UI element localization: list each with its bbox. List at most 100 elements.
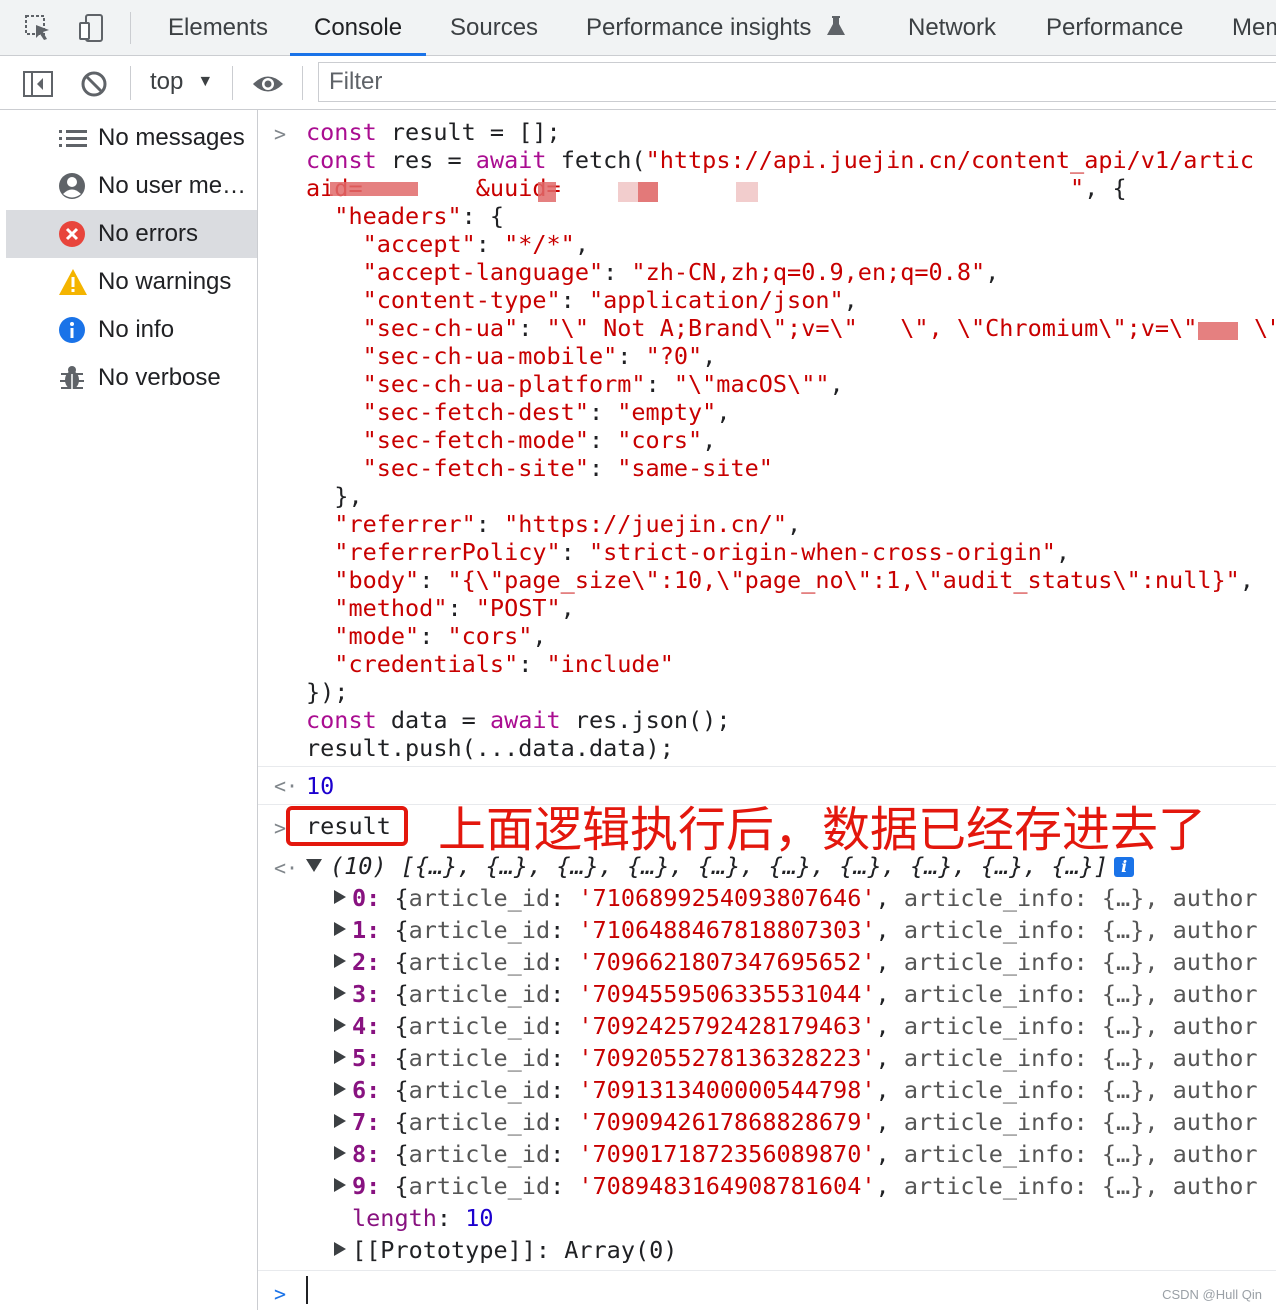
- output-arrow-icon: <·: [274, 774, 299, 798]
- divider: [302, 66, 303, 100]
- input-prompt-icon: >: [274, 816, 287, 840]
- redaction-mark: [736, 182, 758, 202]
- row-index: 4: [352, 1012, 367, 1040]
- sidebar-item-user-messages[interactable]: No user me…: [6, 162, 257, 210]
- sidebar-item-errors[interactable]: No errors: [6, 210, 257, 258]
- length-row: length: 10: [352, 1204, 494, 1232]
- tab-performance-insights[interactable]: Performance insights: [586, 0, 846, 56]
- info-badge-icon[interactable]: i: [1114, 857, 1135, 877]
- array-row[interactable]: 7: {article_id: '7090942617868828679', a…: [334, 1108, 1258, 1136]
- filter-input[interactable]: Filter: [318, 62, 1276, 102]
- expand-triangle-icon[interactable]: [306, 859, 322, 872]
- code-line: "credentials": "include": [334, 650, 674, 678]
- array-summary[interactable]: (10) [{…}, {…}, {…}, {…}, {…}, {…}, {…},…: [306, 852, 1135, 880]
- expand-arrow-icon[interactable]: [334, 890, 346, 904]
- array-row[interactable]: 2: {article_id: '7096621807347695652', a…: [334, 948, 1258, 976]
- user-icon: [58, 172, 98, 200]
- annotation-text: 上面逻辑执行后，数据已经存进去了: [438, 802, 1207, 858]
- row-index: 5: [352, 1044, 367, 1072]
- code-line: "sec-fetch-site": "same-site": [362, 454, 773, 482]
- code-line: "sec-fetch-dest": "empty",: [362, 398, 731, 426]
- tab-sources[interactable]: Sources: [450, 0, 538, 56]
- sidebar-item-info[interactable]: No info: [6, 306, 257, 354]
- sidebar-item-label: No user me…: [98, 172, 247, 199]
- text-cursor[interactable]: [306, 1276, 308, 1304]
- row-index: 1: [352, 916, 367, 944]
- redaction-mark: [330, 182, 418, 196]
- tab-performance[interactable]: Performance: [1046, 0, 1183, 56]
- row-tail: article_info: {…}, author: [903, 1044, 1258, 1072]
- code-line: });: [306, 678, 349, 706]
- expand-arrow-icon[interactable]: [334, 1178, 346, 1192]
- device-toolbar-icon[interactable]: [74, 10, 110, 46]
- array-row[interactable]: 4: {article_id: '7092425792428179463', a…: [334, 1012, 1258, 1040]
- console-output[interactable]: > const result = []; const res = await f…: [258, 110, 1276, 1310]
- divider: [258, 766, 1276, 767]
- row-index: 0: [352, 884, 367, 912]
- caret-down-icon: ▼: [197, 73, 214, 90]
- length-value: 10: [465, 1204, 494, 1232]
- expand-arrow-icon[interactable]: [334, 1082, 346, 1096]
- code-line: "sec-ch-ua": "\" Not A;Brand\";v=\" \", …: [362, 314, 1276, 342]
- expand-arrow-icon[interactable]: [334, 922, 346, 936]
- expand-arrow-icon[interactable]: [334, 1050, 346, 1064]
- article-id: '7091313400000544798': [578, 1076, 876, 1104]
- divider: [232, 66, 233, 100]
- tab-memory[interactable]: Mem: [1232, 0, 1276, 56]
- sidebar-toggle-icon[interactable]: [20, 66, 56, 102]
- article-id: '7092425792428179463': [578, 1012, 876, 1040]
- array-row[interactable]: 9: {article_id: '7089483164908781604', a…: [334, 1172, 1258, 1200]
- array-row[interactable]: 3: {article_id: '7094559506335531044', a…: [334, 980, 1258, 1008]
- devtools-tab-bar: Elements Console Sources Performance ins…: [0, 0, 1276, 56]
- sidebar-item-label: No warnings: [98, 268, 232, 295]
- expand-arrow-icon[interactable]: [334, 1114, 346, 1128]
- redaction-mark: [638, 182, 658, 202]
- expand-arrow-icon[interactable]: [334, 1018, 346, 1032]
- article-id: '7089483164908781604': [578, 1172, 876, 1200]
- sidebar-item-verbose[interactable]: No verbose: [6, 354, 257, 402]
- code-line: const res = await fetch("https://api.jue…: [306, 146, 1254, 174]
- tab-network[interactable]: Network: [908, 0, 996, 56]
- expand-arrow-icon[interactable]: [334, 986, 346, 1000]
- row-key: article_id: [408, 916, 551, 944]
- highlight-box: [286, 806, 408, 846]
- code-line: "headers": {: [334, 202, 505, 230]
- array-row[interactable]: 0: {article_id: '7106899254093807646', a…: [334, 884, 1258, 912]
- article-id: '7090942617868828679': [578, 1108, 876, 1136]
- tab-console[interactable]: Console: [289, 0, 427, 56]
- array-row[interactable]: 5: {article_id: '7092055278136328223', a…: [334, 1044, 1258, 1072]
- code-line: const data = await res.json();: [306, 706, 731, 734]
- code-line: "referrer": "https://juejin.cn/",: [334, 510, 802, 538]
- code-line: "sec-ch-ua-mobile": "?0",: [362, 342, 717, 370]
- code-line: "referrerPolicy": "strict-origin-when-cr…: [334, 538, 1071, 566]
- console-sidebar: No messages No user me… No errors No war…: [0, 110, 258, 1310]
- bug-icon: [58, 364, 98, 392]
- code-line: "sec-ch-ua-platform": "\"macOS\"",: [362, 370, 844, 398]
- context-selector[interactable]: top ▼: [150, 68, 213, 96]
- row-key: article_id: [408, 1044, 551, 1072]
- row-index: 8: [352, 1140, 367, 1168]
- code-line: "body": "{\"page_size\":10,\"page_no\":1…: [334, 566, 1254, 594]
- row-key: article_id: [408, 1012, 551, 1040]
- expand-arrow-icon[interactable]: [334, 1146, 346, 1160]
- row-index: 9: [352, 1172, 367, 1200]
- sidebar-item-messages[interactable]: No messages: [6, 114, 257, 162]
- row-tail: article_info: {…}, author: [903, 1076, 1258, 1104]
- row-index: 3: [352, 980, 367, 1008]
- expand-arrow-icon[interactable]: [334, 954, 346, 968]
- inspect-element-icon[interactable]: [20, 10, 56, 46]
- prototype-row[interactable]: [[Prototype]]: Array(0): [334, 1236, 677, 1264]
- tab-elements[interactable]: Elements: [168, 0, 268, 56]
- row-tail: article_info: {…}, author: [903, 1108, 1258, 1136]
- clear-console-icon[interactable]: [76, 66, 112, 102]
- live-expression-eye-icon[interactable]: [250, 66, 286, 102]
- array-row[interactable]: 8: {article_id: '7090171872356089870', a…: [334, 1140, 1258, 1168]
- flask-icon: [826, 2, 846, 58]
- sidebar-item-warnings[interactable]: No warnings: [6, 258, 257, 306]
- code-line: },: [306, 482, 363, 510]
- context-label: top: [150, 68, 184, 95]
- expand-arrow-icon[interactable]: [334, 1242, 346, 1256]
- array-row[interactable]: 6: {article_id: '7091313400000544798', a…: [334, 1076, 1258, 1104]
- watermark: CSDN @Hull Qin: [1162, 1287, 1262, 1302]
- array-row[interactable]: 1: {article_id: '7106488467818807303', a…: [334, 916, 1258, 944]
